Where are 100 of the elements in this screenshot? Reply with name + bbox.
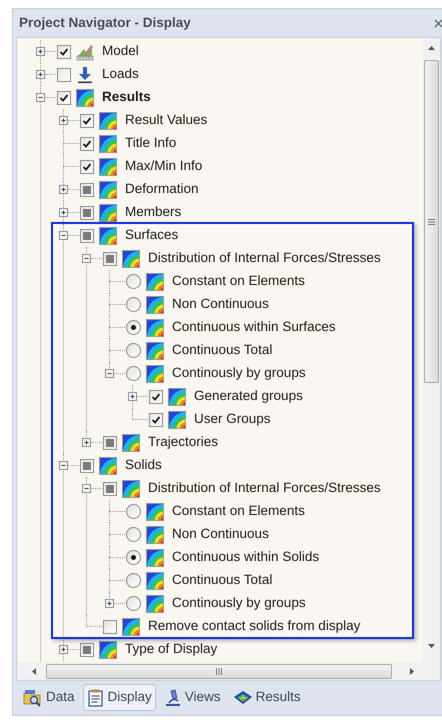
ruler-pencil-icon bbox=[76, 42, 94, 60]
radio-button[interactable] bbox=[126, 320, 141, 335]
expand-button[interactable] bbox=[58, 185, 68, 194]
tree-item-label[interactable]: Surfaces bbox=[125, 225, 178, 246]
tree-item-label[interactable]: Remove contact solids from display bbox=[148, 616, 360, 637]
tree-item-label[interactable]: Type of Display bbox=[125, 639, 218, 660]
expand-button[interactable] bbox=[58, 645, 68, 654]
radio-button[interactable] bbox=[126, 527, 141, 542]
collapse-button[interactable] bbox=[58, 231, 68, 240]
close-icon[interactable] bbox=[434, 18, 442, 28]
expand-button[interactable] bbox=[128, 392, 136, 401]
tree-item-label[interactable]: Continuous within Solids bbox=[172, 547, 320, 568]
grip-icon bbox=[428, 218, 435, 224]
checkbox[interactable] bbox=[80, 458, 94, 472]
checkmark-icon bbox=[82, 116, 92, 126]
expand-button[interactable] bbox=[36, 70, 44, 79]
radio-button[interactable] bbox=[126, 343, 141, 358]
expand-button[interactable] bbox=[58, 208, 68, 217]
tree-item-label[interactable]: Non Continuous bbox=[172, 524, 269, 545]
tree-item-label[interactable]: Deformation bbox=[125, 179, 199, 200]
tree-item-label[interactable]: User Groups bbox=[194, 409, 271, 430]
expand-button[interactable] bbox=[82, 438, 90, 447]
tree-item-label[interactable]: Continously by groups bbox=[172, 593, 306, 614]
checkmark-icon bbox=[82, 138, 92, 148]
expand-button[interactable] bbox=[104, 599, 114, 608]
tab[interactable]: Results bbox=[228, 684, 305, 711]
checkbox[interactable] bbox=[103, 252, 117, 266]
contour-icon bbox=[232, 690, 253, 706]
tree-item-label[interactable]: Model bbox=[102, 41, 139, 62]
scroll-left-icon[interactable] bbox=[32, 668, 36, 674]
checkbox[interactable] bbox=[103, 482, 117, 496]
collapse-button[interactable] bbox=[36, 93, 44, 102]
radio-button[interactable] bbox=[126, 366, 141, 381]
vertical-scrollbar[interactable] bbox=[423, 38, 440, 662]
tree-item-label[interactable]: Loads bbox=[102, 64, 139, 85]
checkbox[interactable] bbox=[57, 90, 71, 104]
scrollbar-thumb[interactable] bbox=[46, 664, 392, 678]
scrollbar-thumb[interactable] bbox=[424, 60, 439, 383]
checkbox[interactable] bbox=[80, 228, 94, 242]
checkbox[interactable] bbox=[80, 114, 94, 128]
contour-icon bbox=[99, 456, 117, 474]
contour-icon bbox=[146, 526, 164, 544]
radio-button[interactable] bbox=[126, 297, 141, 312]
tree-item-label[interactable]: Continously by groups bbox=[172, 363, 306, 384]
tree-item-label[interactable]: Non Continuous bbox=[172, 294, 269, 315]
contour-icon bbox=[99, 134, 117, 152]
checkbox[interactable] bbox=[80, 160, 94, 174]
collapse-button[interactable] bbox=[82, 254, 90, 263]
contour-icon bbox=[168, 388, 186, 406]
tab[interactable]: Views bbox=[160, 684, 225, 711]
contour-icon bbox=[99, 204, 117, 222]
tree-item-label[interactable]: Results bbox=[102, 87, 151, 108]
checkbox[interactable] bbox=[80, 642, 94, 656]
tab[interactable]: Data bbox=[19, 684, 79, 711]
microscope-icon bbox=[164, 688, 182, 706]
checkbox[interactable] bbox=[103, 620, 117, 634]
radio-button[interactable] bbox=[126, 550, 141, 565]
tree-item-label[interactable]: Generated groups bbox=[194, 386, 303, 407]
tab[interactable]: Display bbox=[82, 684, 156, 711]
scroll-up-icon[interactable] bbox=[428, 46, 435, 50]
scroll-right-icon[interactable] bbox=[410, 668, 414, 674]
tree-item-label[interactable]: Max/Min Info bbox=[125, 156, 202, 177]
collapse-button[interactable] bbox=[58, 461, 68, 470]
tree-item-label[interactable]: Continuous Total bbox=[172, 570, 272, 591]
horizontal-scrollbar[interactable] bbox=[17, 662, 440, 680]
tree-item-label[interactable]: Distribution of Internal Forces/Stresses bbox=[148, 248, 381, 269]
tree-item-label[interactable]: Solids bbox=[125, 455, 162, 476]
contour-icon bbox=[146, 318, 164, 336]
radio-button[interactable] bbox=[126, 504, 141, 519]
contour-icon bbox=[122, 434, 140, 452]
contour-icon bbox=[146, 272, 164, 290]
tree-item-label[interactable]: Trajectories bbox=[148, 432, 218, 453]
contour-icon bbox=[146, 342, 164, 360]
tree-item-label[interactable]: Constant on Elements bbox=[172, 271, 305, 292]
checkbox[interactable] bbox=[80, 182, 94, 196]
tree-item-label[interactable]: Result Values bbox=[125, 110, 208, 131]
radio-button[interactable] bbox=[126, 274, 141, 289]
checkbox[interactable] bbox=[149, 412, 163, 426]
tree-item-label[interactable]: Distribution of Internal Forces/Stresses bbox=[148, 478, 381, 499]
radio-button[interactable] bbox=[126, 573, 141, 588]
collapse-button[interactable] bbox=[82, 484, 90, 493]
contour-icon bbox=[99, 180, 117, 198]
checkbox[interactable] bbox=[149, 390, 163, 404]
notepad-icon bbox=[86, 688, 105, 706]
checkbox[interactable] bbox=[57, 44, 71, 58]
tree-item-label[interactable]: Continuous Total bbox=[172, 340, 272, 361]
contour-icon bbox=[99, 226, 117, 244]
checkbox[interactable] bbox=[80, 136, 94, 150]
collapse-button[interactable] bbox=[104, 369, 114, 378]
tree-item-label[interactable]: Members bbox=[125, 202, 182, 223]
tree-item-label[interactable]: Title Info bbox=[125, 133, 176, 154]
checkbox[interactable] bbox=[103, 436, 117, 450]
expand-button[interactable] bbox=[58, 116, 68, 125]
radio-button[interactable] bbox=[126, 596, 141, 611]
tree-item-label[interactable]: Constant on Elements bbox=[172, 501, 305, 522]
expand-button[interactable] bbox=[36, 47, 44, 56]
checkbox[interactable] bbox=[57, 68, 71, 82]
checkbox[interactable] bbox=[80, 206, 94, 220]
scroll-down-icon[interactable] bbox=[428, 644, 435, 648]
tree-item-label[interactable]: Continuous within Surfaces bbox=[172, 317, 336, 338]
